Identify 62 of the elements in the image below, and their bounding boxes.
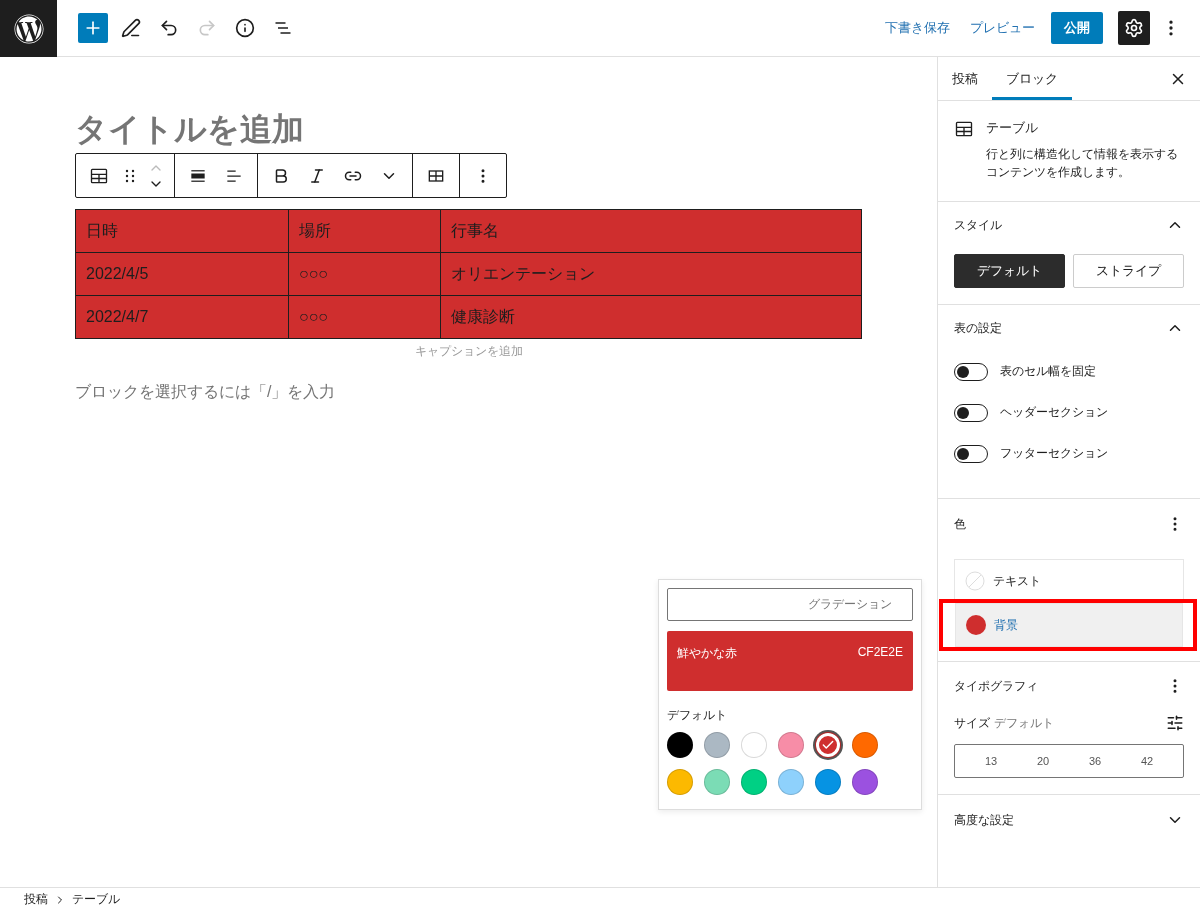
section-title: 表の設定: [954, 319, 1002, 337]
font-size-option[interactable]: 20: [1030, 754, 1056, 768]
title-placeholder[interactable]: タイトルを追加: [75, 109, 304, 149]
logo-icon[interactable]: [0, 0, 57, 57]
color-name: 鮮やかな赤: [677, 645, 737, 662]
font-size-option[interactable]: 42: [1134, 754, 1160, 768]
color-swatch[interactable]: [741, 769, 767, 795]
breadcrumb-item[interactable]: 投稿: [24, 891, 48, 908]
block-placeholder[interactable]: ブロックを選択するには「/」を入力: [75, 382, 862, 403]
font-size-option[interactable]: 36: [1082, 754, 1108, 768]
sliders-icon[interactable]: [1166, 714, 1184, 732]
color-hex: CF2E2E: [857, 645, 903, 661]
settings-button[interactable]: [1118, 11, 1150, 45]
table-cell: ○○○: [288, 295, 441, 339]
sidebar-tab[interactable]: 投稿: [938, 57, 992, 100]
table-cell: 日時: [75, 209, 289, 253]
gear-icon: [1124, 18, 1144, 38]
add-block-button[interactable]: [78, 13, 108, 43]
style-option[interactable]: デフォルト: [954, 254, 1065, 288]
color-swatch[interactable]: [852, 732, 878, 758]
table-cell: 健康診断: [440, 295, 862, 339]
section-title: 高度な設定: [954, 811, 1014, 829]
color-swatch[interactable]: [667, 732, 693, 758]
toggle-switch[interactable]: [954, 444, 988, 463]
toggle-label: 表のセル幅を固定: [1000, 363, 1096, 380]
color-swatch[interactable]: [704, 732, 730, 758]
color-swatch[interactable]: [852, 769, 878, 795]
color-setting-item[interactable]: 背景: [955, 603, 1183, 647]
gradient-tab[interactable]: グラデーション: [667, 588, 913, 621]
table-cell: 場所: [288, 209, 441, 253]
table-cell: ○○○: [288, 252, 441, 296]
table-cell: 2022/4/5: [75, 252, 289, 296]
section-title: 色: [954, 515, 966, 533]
publish-button[interactable]: 公開: [1051, 12, 1103, 44]
header-link[interactable]: 下書き保存: [875, 19, 960, 37]
table-cell: オリエンテーション: [440, 252, 862, 296]
toggle-label: ヘッダーセクション: [1000, 404, 1108, 421]
style-option[interactable]: ストライプ: [1073, 254, 1184, 288]
toggle-label: フッターセクション: [1000, 445, 1108, 462]
section-title: タイポグラフィ: [954, 677, 1038, 695]
color-swatch[interactable]: [815, 769, 841, 795]
section-title: スタイル: [954, 216, 1002, 234]
block-description: 行と列に構造化して情報を表示するコンテンツを作成します。: [986, 146, 1179, 181]
toggle-switch[interactable]: [954, 403, 988, 422]
table-cell: 2022/4/7: [75, 295, 289, 339]
toggle-switch[interactable]: [954, 362, 988, 381]
sidebar-tab[interactable]: ブロック: [992, 57, 1072, 100]
header-link[interactable]: プレビュー: [960, 19, 1045, 37]
no-color-icon: [965, 571, 985, 591]
breadcrumb-item[interactable]: テーブル: [72, 891, 120, 908]
palette-label: デフォルト: [667, 707, 728, 724]
color-swatch[interactable]: [778, 732, 804, 758]
color-swatch[interactable]: [741, 732, 767, 758]
color-swatch[interactable]: [704, 769, 730, 795]
table-cell: 行事名: [440, 209, 862, 253]
color-swatch[interactable]: [778, 769, 804, 795]
color-swatch[interactable]: [815, 732, 841, 758]
table-icon: [954, 119, 974, 139]
font-size-option[interactable]: 13: [978, 754, 1004, 768]
block-name: テーブル: [986, 119, 1039, 137]
color-swatch[interactable]: [667, 769, 693, 795]
size-label: サイズ デフォルト: [954, 714, 1054, 732]
